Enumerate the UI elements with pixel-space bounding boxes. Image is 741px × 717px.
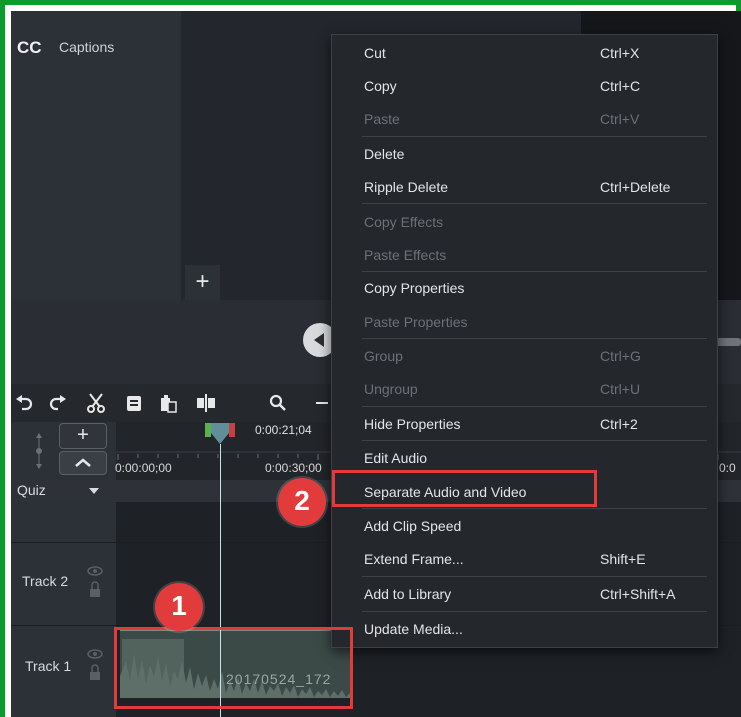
captions-panel: CC Captions	[11, 11, 181, 300]
context-menu: Cut Ctrl+X Copy Ctrl+C Paste Ctrl+V Delete …	[331, 34, 718, 648]
menu-separator	[362, 271, 707, 272]
playhead[interactable]	[205, 423, 235, 445]
menu-item-delete[interactable]: Delete	[332, 141, 717, 167]
chevron-up-icon	[75, 458, 91, 467]
cc-icon[interactable]: CC	[17, 38, 42, 58]
menu-separator	[362, 338, 707, 339]
track-2-header[interactable]: Track 2	[11, 543, 116, 625]
paste-icon[interactable]	[153, 384, 183, 422]
copy-icon[interactable]	[119, 384, 149, 422]
menu-item-ungroup: Ungroup Ctrl+U	[364, 381, 641, 397]
collapse-tracks-button[interactable]	[59, 451, 107, 475]
add-track-button[interactable]: +	[59, 423, 107, 449]
undo-icon[interactable]	[11, 384, 39, 422]
timecode-label: 0:00:30;00	[265, 461, 322, 475]
playhead-time: 0:00:21;04	[255, 423, 312, 437]
menu-item-update-media[interactable]: Update Media...	[332, 616, 717, 642]
menu-item-extend-frame[interactable]: Extend Frame... Shift+E	[332, 546, 717, 572]
empty-track-header	[11, 502, 116, 542]
play-back-icon	[314, 333, 324, 347]
menu-item-cut[interactable]: Cut Ctrl+X	[332, 40, 717, 66]
menu-item-paste-effects: Paste Effects	[364, 247, 447, 263]
split-icon[interactable]	[191, 384, 221, 422]
eye-lock-icon[interactable]	[87, 648, 103, 688]
zoom-icon[interactable]	[263, 384, 293, 422]
timecode-label: 0:00:00;00	[115, 461, 172, 475]
quiz-label[interactable]: Quiz	[17, 482, 46, 498]
highlight-separate-audio-video	[332, 470, 597, 507]
camtasia-editor: CC Captions + + 0:00:00;00 0:00:30;00 0:…	[11, 11, 741, 717]
step-badge-2: 2	[278, 478, 326, 526]
chevron-down-icon[interactable]	[89, 488, 99, 494]
zoom-slider-icon[interactable]	[31, 431, 47, 471]
menu-item-paste-properties: Paste Properties	[364, 314, 468, 330]
menu-item-edit-audio[interactable]: Edit Audio	[332, 445, 717, 471]
menu-item-copy-properties[interactable]: Copy Properties	[332, 275, 717, 301]
track-1-header[interactable]: Track 1	[11, 626, 116, 717]
menu-item-add-clip-speed[interactable]: Add Clip Speed	[332, 513, 717, 539]
menu-separator	[362, 576, 707, 577]
menu-separator	[362, 136, 707, 137]
redo-icon[interactable]	[43, 384, 73, 422]
menu-item-copy[interactable]: Copy Ctrl+C	[332, 73, 717, 99]
menu-separator	[362, 203, 707, 204]
menu-item-ripple-delete[interactable]: Ripple Delete Ctrl+Delete	[332, 174, 717, 200]
menu-item-copy-effects: Copy Effects	[364, 214, 444, 230]
cut-icon[interactable]	[81, 384, 111, 422]
add-tab-button[interactable]: +	[185, 265, 220, 300]
menu-item-group: Group Ctrl+G	[364, 348, 641, 364]
menu-separator	[362, 406, 707, 407]
menu-separator	[362, 508, 707, 509]
menu-separator	[362, 611, 707, 612]
captions-label[interactable]: Captions	[59, 39, 114, 55]
eye-lock-icon[interactable]	[87, 565, 103, 605]
menu-item-hide-properties[interactable]: Hide Properties Ctrl+2	[332, 411, 717, 437]
timecode-label: 0:0	[719, 461, 736, 475]
menu-item-paste: Paste Ctrl+V	[364, 111, 640, 127]
track-label: Track 1	[25, 658, 72, 674]
menu-separator	[362, 440, 707, 441]
track-label: Track 2	[22, 573, 69, 589]
menu-item-add-to-library[interactable]: Add to Library Ctrl+Shift+A	[332, 581, 717, 607]
highlight-clip	[114, 627, 353, 709]
step-badge-1: 1	[155, 583, 203, 631]
